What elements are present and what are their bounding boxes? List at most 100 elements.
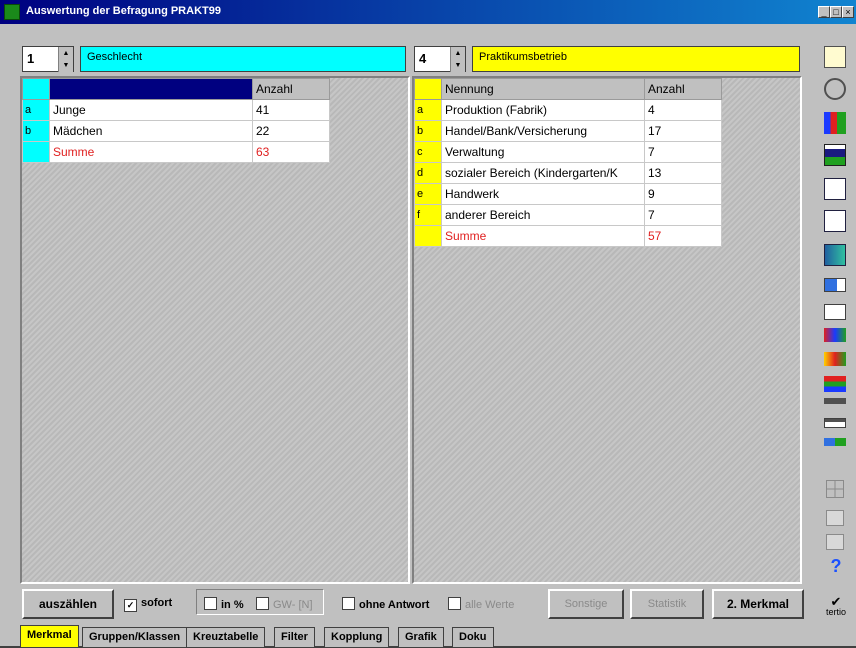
row-key: b <box>22 120 50 142</box>
row-count: 9 <box>644 183 722 205</box>
tab-merkmal[interactable]: Merkmal <box>20 625 79 647</box>
split-bar-icon[interactable] <box>824 418 846 428</box>
checkbox-checked: ✓ <box>124 599 137 612</box>
alle-werte-checkbox[interactable]: alle Werte <box>448 597 514 611</box>
table-row[interactable]: d sozialer Bereich (Kindergarten/K 13 <box>414 162 722 184</box>
stacked-bar-icon[interactable] <box>824 144 846 166</box>
tertio-icon[interactable]: ✔ tertio <box>822 595 850 617</box>
tab-filter[interactable]: Filter <box>274 627 315 647</box>
table-row[interactable]: b Handel/Bank/Versicherung 17 <box>414 120 722 142</box>
save-icon[interactable] <box>826 534 844 550</box>
pie-chart-icon[interactable] <box>824 78 846 100</box>
zweites-merkmal-button[interactable]: 2. Merkmal <box>712 589 804 619</box>
app-icon <box>4 4 20 20</box>
sonstige-button[interactable]: Sonstige <box>548 589 624 619</box>
tab-gruppen-klassen[interactable]: Gruppen/Klassen <box>82 627 188 647</box>
row-key: e <box>414 183 442 205</box>
checkbox-unchecked <box>204 597 217 610</box>
statistik-button[interactable]: Statistik <box>630 589 704 619</box>
table-header: Nennung Anzahl <box>22 78 330 100</box>
tertio-label: tertio <box>825 607 846 617</box>
printer-icon[interactable] <box>826 510 844 526</box>
left-results-panel: Nennung Anzahl a Junge 41 b Mädchen 22 S… <box>20 76 410 584</box>
sum-count: 63 <box>252 141 330 163</box>
sum-label: Summe <box>49 141 253 163</box>
grid-icon[interactable] <box>826 480 844 498</box>
row-count: 7 <box>644 204 722 226</box>
table-header: Nennung Anzahl <box>414 78 722 100</box>
in-prozent-label: in % <box>221 599 244 611</box>
sofort-checkbox[interactable]: ✓ sofort <box>124 597 172 612</box>
gw-checkbox[interactable]: GW- [N] <box>256 597 313 611</box>
split-color-bar-icon[interactable] <box>824 438 846 446</box>
frequency-table-right: Nennung Anzahl a Produktion (Fabrik) 4 b… <box>414 78 722 247</box>
row-count: 7 <box>644 141 722 163</box>
spinner-value: 4 <box>419 51 427 66</box>
sum-key <box>22 141 50 163</box>
table-row[interactable]: a Produktion (Fabrik) 4 <box>414 99 722 121</box>
anzahl-header[interactable]: Anzahl <box>644 78 722 100</box>
in-prozent-checkbox[interactable]: in % <box>204 597 244 611</box>
variable-spinner-right[interactable]: 4 ▲ ▼ <box>414 46 466 72</box>
close-button[interactable]: × <box>842 6 854 18</box>
tab-doku[interactable]: Doku <box>452 627 494 647</box>
gradient-bar-icon[interactable] <box>824 352 846 366</box>
tab-kreuztabelle[interactable]: Kreuztabelle <box>186 627 266 647</box>
spinner-down-icon[interactable]: ▼ <box>58 59 73 72</box>
sum-row: Summe 57 <box>414 225 722 247</box>
row-label: Produktion (Fabrik) <box>441 99 645 121</box>
row-count: 22 <box>252 120 330 142</box>
maximize-button[interactable]: □ <box>830 6 842 18</box>
sum-row: Summe 63 <box>22 141 330 163</box>
row-label: Junge <box>49 99 253 121</box>
row-label: Verwaltung <box>441 141 645 163</box>
nennung-header[interactable]: Nennung <box>441 78 645 100</box>
help-icon[interactable]: ? <box>828 556 844 578</box>
table-icon[interactable] <box>824 46 846 68</box>
table-row[interactable]: b Mädchen 22 <box>22 120 330 142</box>
row-label: anderer Bereich <box>441 204 645 226</box>
variable-label-left: Geschlecht <box>80 46 406 72</box>
nennung-header[interactable]: Nennung <box>49 78 253 100</box>
anzahl-header[interactable]: Anzahl <box>252 78 330 100</box>
row-key: d <box>414 162 442 184</box>
table-row[interactable]: c Verwaltung 7 <box>414 141 722 163</box>
scatter-icon[interactable] <box>824 304 846 320</box>
tab-kopplung[interactable]: Kopplung <box>324 627 390 647</box>
area-chart-icon[interactable] <box>824 210 846 232</box>
line-chart-icon[interactable] <box>824 178 846 200</box>
table-row[interactable]: e Handwerk 9 <box>414 183 722 205</box>
list-bars-icon[interactable] <box>824 398 846 404</box>
row-count: 41 <box>252 99 330 121</box>
table-row[interactable]: a Junge 41 <box>22 99 330 121</box>
multi-bar-icon[interactable] <box>824 376 846 392</box>
alle-werte-label: alle Werte <box>465 599 515 611</box>
tool-strip: ? ✔ tertio <box>816 40 856 620</box>
colored-bar-icon[interactable] <box>824 328 846 342</box>
checkbox-unchecked <box>256 597 269 610</box>
ohne-antwort-checkbox[interactable]: ohne Antwort <box>342 597 429 611</box>
checkbox-unchecked <box>448 597 461 610</box>
row-key: f <box>414 204 442 226</box>
horizontal-bar-icon[interactable] <box>824 278 846 292</box>
ohne-antwort-label: ohne Antwort <box>359 599 430 611</box>
tab-grafik[interactable]: Grafik <box>398 627 444 647</box>
table-row[interactable]: f anderer Bereich 7 <box>414 204 722 226</box>
auszaehlen-button[interactable]: auszählen <box>22 589 114 619</box>
spinner-down-icon[interactable]: ▼ <box>450 59 465 72</box>
minimize-button[interactable]: _ <box>818 6 830 18</box>
row-label: Handwerk <box>441 183 645 205</box>
bar-chart-icon[interactable] <box>824 112 846 134</box>
title-bar: Auswertung der Befragung PRAKT99 _ □ × <box>0 0 856 24</box>
variable-spinner-left[interactable]: 1 ▲ ▼ <box>22 46 74 72</box>
sum-key <box>414 225 442 247</box>
row-label: Handel/Bank/Versicherung <box>441 120 645 142</box>
row-key: b <box>414 120 442 142</box>
sum-label: Summe <box>441 225 645 247</box>
row-key: a <box>22 99 50 121</box>
sum-count: 57 <box>644 225 722 247</box>
variable-label-right: Praktikumsbetrieb <box>472 46 800 72</box>
column-chart-icon[interactable] <box>824 244 846 266</box>
sofort-label: sofort <box>141 597 173 609</box>
row-key: c <box>414 141 442 163</box>
